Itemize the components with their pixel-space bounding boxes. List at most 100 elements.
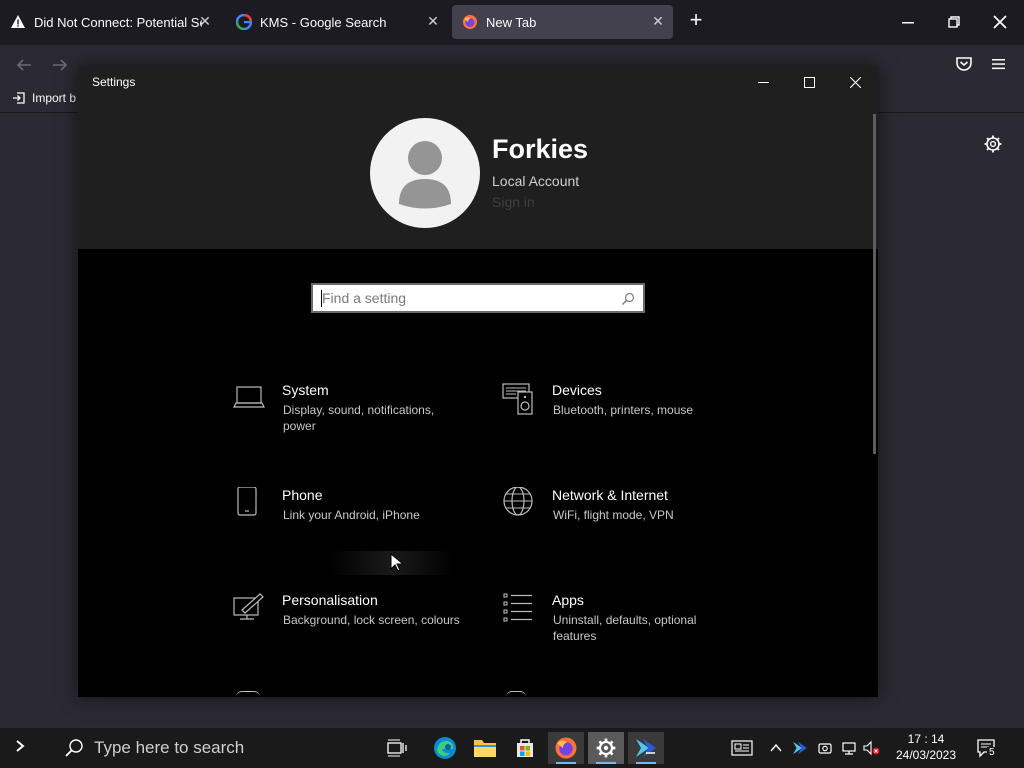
action-center-button[interactable]: 5 xyxy=(974,736,1000,760)
category-description: Display, sound, notifications, power xyxy=(283,403,435,433)
cursor-arrow-icon xyxy=(390,552,405,572)
tab-kms-google[interactable]: KMS - Google Search ✕ xyxy=(226,5,448,39)
category-title: Devices xyxy=(552,382,602,398)
user-avatar-icon xyxy=(399,141,451,209)
settings-maximize-button[interactable] xyxy=(786,66,832,98)
powershell-taskbar-button[interactable] xyxy=(628,732,664,764)
devices-icon xyxy=(502,383,533,415)
file-explorer-button[interactable] xyxy=(467,732,503,764)
pocket-button[interactable] xyxy=(955,55,975,75)
edge-button[interactable] xyxy=(427,732,463,764)
clock-date: 24/03/2023 xyxy=(895,748,957,762)
close-icon xyxy=(993,15,1007,29)
paint-icon xyxy=(233,593,264,620)
camera-tray-button[interactable] xyxy=(816,738,834,758)
browser-minimize-button[interactable] xyxy=(888,8,928,36)
close-tab-icon[interactable]: ✕ xyxy=(196,13,214,30)
edge-icon xyxy=(434,737,456,759)
close-icon xyxy=(849,76,861,88)
new-tab-settings-button[interactable] xyxy=(983,134,1003,154)
browser-close-button[interactable] xyxy=(980,8,1020,36)
show-hidden-icons-button[interactable] xyxy=(767,738,785,758)
profile-header: Forkies Local Account Sign in xyxy=(78,98,878,249)
tab-did-not-connect[interactable]: Did Not Connect: Potential Security Issu… xyxy=(0,5,222,39)
search-icon[interactable] xyxy=(621,292,635,306)
phone-icon xyxy=(237,487,257,516)
settings-minimize-button[interactable] xyxy=(740,66,786,98)
firefox-icon xyxy=(462,14,478,30)
category-description: Bluetooth, printers, mouse xyxy=(553,403,694,417)
network-tray-button[interactable] xyxy=(840,738,858,758)
category-network-internet[interactable]: Network & Internet WiFi, flight mode, VP… xyxy=(502,487,742,567)
close-tab-icon[interactable]: ✕ xyxy=(649,13,667,30)
app-menu-button[interactable] xyxy=(991,56,1009,74)
category-apps[interactable]: Apps Uninstall, defaults, optional featu… xyxy=(502,592,742,672)
minimize-icon xyxy=(757,81,769,83)
category-description: WiFi, flight mode, VPN xyxy=(553,508,674,522)
import-icon xyxy=(13,92,25,104)
task-view-icon xyxy=(387,739,407,757)
volume-tray-button[interactable] xyxy=(863,738,881,758)
search-placeholder: Find a setting xyxy=(322,290,407,306)
browser-restore-button[interactable] xyxy=(934,8,974,36)
category-description: Background, lock screen, colours xyxy=(283,613,460,627)
import-bookmarks-button[interactable]: Import b xyxy=(12,91,76,105)
maximize-icon xyxy=(803,76,815,88)
google-icon xyxy=(236,14,252,30)
avatar[interactable] xyxy=(370,118,480,228)
import-bookmarks-label: Import b xyxy=(32,91,77,105)
account-type: Local Account xyxy=(492,173,580,189)
chevron-up-icon xyxy=(770,743,782,752)
microsoft-store-button[interactable] xyxy=(507,732,543,764)
category-title: Personalisation xyxy=(282,592,378,608)
task-view-button[interactable] xyxy=(379,732,415,764)
category-title: Phone xyxy=(282,487,323,503)
sign-in-link[interactable]: Sign in xyxy=(492,194,535,210)
store-icon xyxy=(517,739,533,757)
settings-scrollbar[interactable] xyxy=(873,114,876,454)
new-tab-button[interactable]: + xyxy=(684,9,708,33)
settings-taskbar-button[interactable] xyxy=(588,732,624,764)
user-name: Forkies xyxy=(492,134,589,164)
settings-close-button[interactable] xyxy=(832,66,878,98)
forward-button[interactable] xyxy=(50,55,70,75)
arrow-left-icon xyxy=(16,59,31,71)
find-setting-input[interactable]: Find a setting xyxy=(311,283,645,313)
terminal-app-icon xyxy=(793,741,807,755)
terminal-app-icon xyxy=(636,739,656,757)
taskbar-clock[interactable]: 17 : 14 24/03/2023 xyxy=(886,731,966,763)
firefox-icon xyxy=(555,737,577,759)
settings-window: Settings Forkies Local Account Sign in F… xyxy=(78,66,878,697)
taskbar-search-box[interactable]: Type here to search xyxy=(64,728,364,768)
globe-icon xyxy=(503,487,533,516)
partial-category-icon xyxy=(236,691,260,697)
news-icon xyxy=(731,740,753,756)
category-devices[interactable]: Devices Bluetooth, printers, mouse xyxy=(502,382,742,462)
hamburger-menu-icon xyxy=(992,59,1005,70)
category-title: System xyxy=(282,382,329,398)
category-description: Link your Android, iPhone xyxy=(283,508,420,522)
partial-category-icon xyxy=(506,691,526,697)
category-title: Apps xyxy=(552,592,584,608)
category-system[interactable]: System Display, sound, notifications, po… xyxy=(232,382,472,462)
taskbar-search-placeholder: Type here to search xyxy=(94,738,245,757)
laptop-icon xyxy=(233,386,265,408)
clock-time: 17 : 14 xyxy=(907,732,945,746)
close-tab-icon[interactable]: ✕ xyxy=(424,13,442,30)
start-chevron-button[interactable] xyxy=(14,738,26,759)
apps-list-icon xyxy=(503,593,532,622)
ethernet-icon xyxy=(842,742,856,755)
tab-new-tab[interactable]: New Tab ✕ xyxy=(452,5,673,39)
firefox-taskbar-button[interactable] xyxy=(548,732,584,764)
category-personalisation[interactable]: Personalisation Background, lock screen,… xyxy=(232,592,472,672)
tray-app-button[interactable] xyxy=(791,738,809,758)
minimize-icon xyxy=(902,22,914,24)
tab-label: New Tab xyxy=(486,14,537,30)
back-button[interactable] xyxy=(14,55,34,75)
search-icon xyxy=(65,739,83,757)
pocket-icon xyxy=(956,57,972,71)
tab-label: Did Not Connect: Potential Security Issu… xyxy=(34,14,202,30)
restore-icon xyxy=(948,16,960,28)
camera-icon xyxy=(818,743,832,754)
news-widget-button[interactable] xyxy=(730,738,754,758)
